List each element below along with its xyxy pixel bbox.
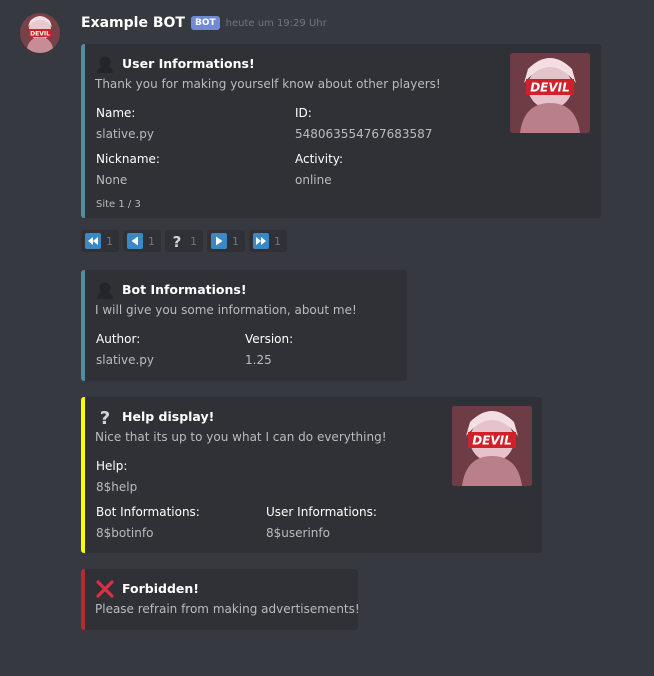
svg-text:?: ? bbox=[173, 233, 182, 249]
fast-forward-icon bbox=[253, 233, 269, 249]
field-label: Author: bbox=[96, 332, 141, 346]
reaction-count: 1 bbox=[148, 234, 155, 248]
field-label: Version: bbox=[245, 332, 294, 346]
embed-thumbnail[interactable]: DEVIL bbox=[452, 406, 532, 486]
field-label: Help: bbox=[96, 459, 128, 473]
embed-footer: Site 1 / 3 bbox=[96, 199, 141, 210]
bot-tag-badge: BOT bbox=[190, 16, 220, 30]
field-label: Bot Informations: bbox=[96, 505, 200, 519]
embed-title-text: User Informations! bbox=[122, 56, 255, 71]
reaction-next[interactable]: 1 bbox=[207, 230, 245, 252]
embed-color-bar bbox=[81, 397, 85, 553]
field-value: 8$botinfo bbox=[96, 526, 154, 540]
embed-thumbnail[interactable]: DEVIL bbox=[510, 53, 590, 133]
arrow-right-icon bbox=[211, 233, 227, 249]
reaction-count: 1 bbox=[106, 234, 113, 248]
field-value: None bbox=[96, 173, 128, 187]
question-mark-icon: ? bbox=[95, 407, 114, 426]
field-author: Author: slative.py bbox=[96, 332, 154, 367]
silhouette-icon bbox=[95, 280, 114, 299]
rewind-icon bbox=[85, 233, 101, 249]
field-version: Version: 1.25 bbox=[245, 332, 293, 367]
embed-title-text: Forbidden! bbox=[122, 581, 199, 596]
field-value: 548063554767683587 bbox=[295, 127, 433, 141]
bot-avatar[interactable]: DEVIL bbox=[20, 13, 60, 53]
arrow-left-icon bbox=[127, 233, 143, 249]
field-value: 1.25 bbox=[245, 353, 272, 367]
field-value: slative.py bbox=[96, 127, 154, 141]
embed-color-bar bbox=[81, 270, 85, 381]
reaction-count: 1 bbox=[274, 234, 281, 248]
field-nickname: Nickname: None bbox=[96, 152, 160, 187]
field-value: 8$help bbox=[96, 480, 138, 494]
embed-description: Please refrain from making advertisement… bbox=[95, 602, 360, 616]
reaction-bar: 1 1 ? 1 1 1 bbox=[81, 230, 287, 252]
field-label: ID: bbox=[295, 106, 312, 120]
embed-color-bar bbox=[81, 44, 85, 218]
embed-title: Forbidden! bbox=[95, 579, 346, 598]
field-value: online bbox=[295, 173, 332, 187]
bot-info-embed: Bot Informations! I will give you some i… bbox=[81, 270, 407, 381]
svg-text:DEVIL: DEVIL bbox=[30, 31, 50, 38]
svg-text:DEVIL: DEVIL bbox=[472, 434, 512, 448]
message-timestamp[interactable]: heute um 19:29 Uhr bbox=[226, 18, 327, 29]
reaction-previous[interactable]: 1 bbox=[123, 230, 161, 252]
field-userinfo: User Informations: 8$userinfo bbox=[266, 505, 377, 540]
field-botinfo: Bot Informations: 8$botinfo bbox=[96, 505, 200, 540]
embed-title-text: Bot Informations! bbox=[122, 282, 247, 297]
field-label: Name: bbox=[96, 106, 136, 120]
message-header: Example BOT BOT heute um 19:29 Uhr bbox=[81, 15, 327, 31]
user-info-embed: User Informations! Thank you for making … bbox=[81, 44, 601, 218]
reaction-fast-forward[interactable]: 1 bbox=[249, 230, 287, 252]
field-label: Nickname: bbox=[96, 152, 160, 166]
field-value: 8$userinfo bbox=[266, 526, 330, 540]
field-name: Name: slative.py bbox=[96, 106, 154, 141]
forbidden-embed: Forbidden! Please refrain from making ad… bbox=[81, 569, 360, 630]
field-label: User Informations: bbox=[266, 505, 377, 519]
embed-title: Bot Informations! bbox=[95, 280, 395, 299]
field-help: Help: 8$help bbox=[96, 459, 137, 494]
cross-mark-icon bbox=[95, 579, 114, 598]
embed-description: I will give you some information, about … bbox=[95, 303, 357, 317]
embed-title-text: Help display! bbox=[122, 409, 215, 424]
reaction-count: 1 bbox=[190, 234, 197, 248]
help-embed: ? Help display! Nice that its up to you … bbox=[81, 397, 542, 553]
reaction-count: 1 bbox=[232, 234, 239, 248]
field-label: Activity: bbox=[295, 152, 344, 166]
svg-text:?: ? bbox=[99, 408, 109, 426]
svg-text:DEVIL: DEVIL bbox=[530, 81, 570, 95]
field-activity: Activity: online bbox=[295, 152, 343, 187]
field-id: ID: 548063554767683587 bbox=[295, 106, 432, 141]
question-mark-icon: ? bbox=[169, 233, 185, 249]
bot-username[interactable]: Example BOT bbox=[81, 15, 185, 31]
reaction-help[interactable]: ? 1 bbox=[165, 230, 203, 252]
embed-color-bar bbox=[81, 569, 85, 630]
silhouette-icon bbox=[95, 54, 114, 73]
field-value: slative.py bbox=[96, 353, 154, 367]
reaction-rewind[interactable]: 1 bbox=[81, 230, 119, 252]
